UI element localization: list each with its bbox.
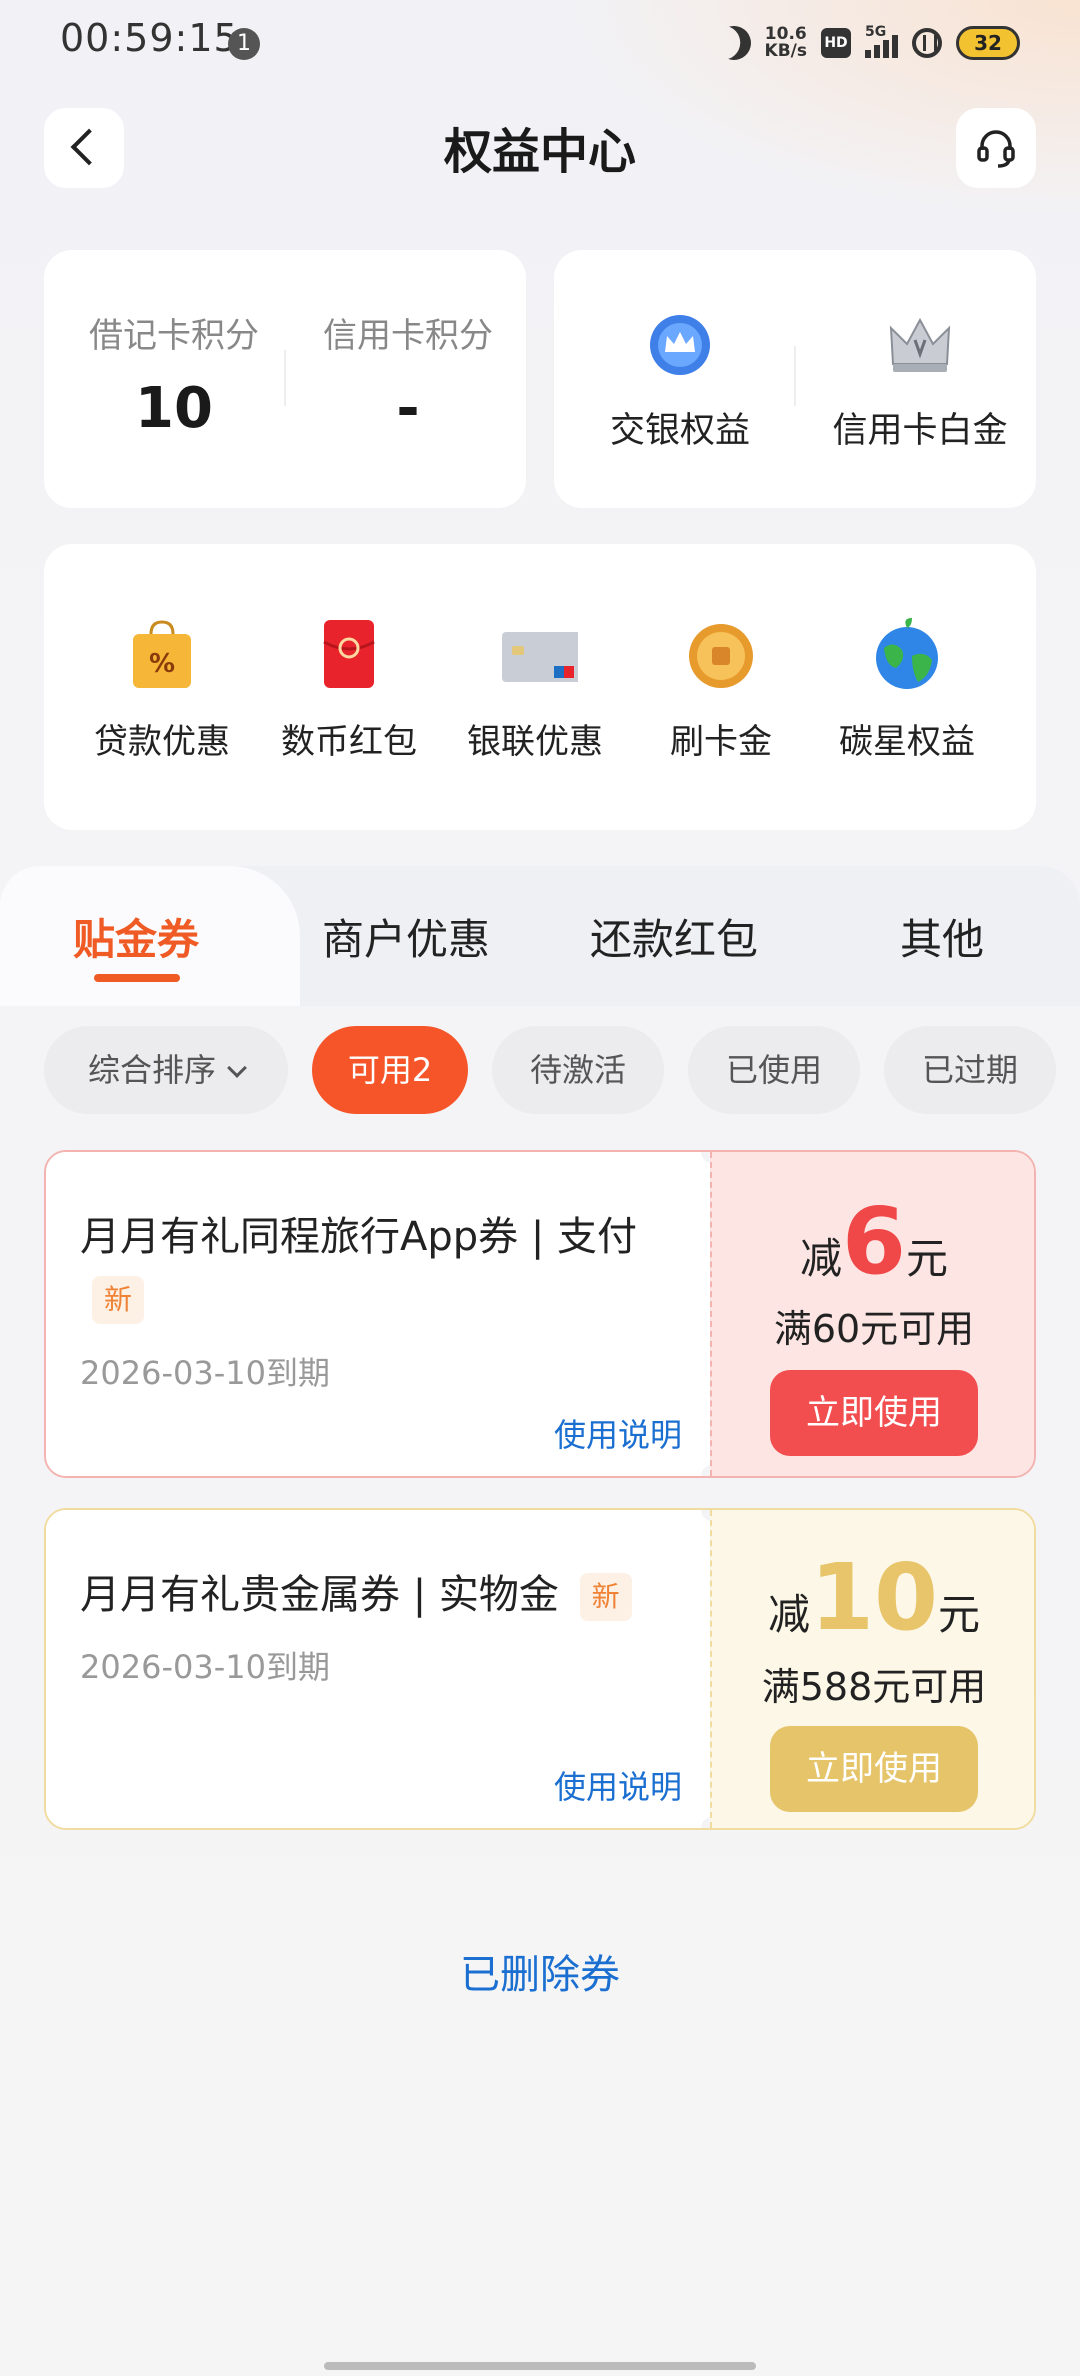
coupon-condition: 满60元可用 [773,1307,975,1351]
customer-service-button[interactable] [956,108,1036,188]
new-tag: 新 [92,1276,145,1324]
coupon-title: 月月有礼贵金属券 | 实物金 新 [80,1562,632,1621]
tab-gold-coupon[interactable]: 贴金券 [16,906,256,967]
shopping-bag-icon: % [133,620,191,688]
chevron-down-icon [227,1058,247,1078]
credit-points-value[interactable]: - [298,376,518,441]
coupon-value-panel: 减6元 满60元可用 立即使用 [710,1152,1034,1476]
rights-item-label: 信用卡白金 [832,411,1008,451]
use-now-button[interactable]: 立即使用 [770,1370,978,1456]
service-swipe-gold[interactable]: 刷卡金 [626,616,816,763]
service-digital-red-packet[interactable]: 数币红包 [254,616,444,763]
coupon-title-text: 月月有礼贵金属券 | 实物金 [80,1572,559,1618]
coupon-title: 月月有礼同程旅行App券 | 支付 [80,1214,638,1260]
coupon-card: 月月有礼贵金属券 | 实物金 新 2026-03-10到期 使用说明 减10元 … [44,1508,1036,1830]
service-label: 刷卡金 [670,722,772,762]
divider [284,350,286,406]
new-tag-wrap: 新 [92,1276,145,1324]
status-icons: 10.6 KB/s HD 5G 32 [717,20,1020,66]
rights-card: 交银权益 信用卡白金 [554,250,1036,508]
deleted-coupons-link[interactable]: 已删除券 [0,1942,1080,2000]
coupon-card: 月月有礼同程旅行App券 | 支付 新 2026-03-10到期 使用说明 减6… [44,1150,1036,1478]
coupon-condition: 满588元可用 [761,1665,987,1709]
usage-instructions-link[interactable]: 使用说明 [554,1410,682,1456]
amount-prefix: 减 [799,1234,842,1283]
debit-points-label: 借记卡积分 [89,316,259,356]
filter-chip-expired[interactable]: 已过期 [884,1026,1056,1114]
bank-card-icon [502,632,582,682]
amount-number: 6 [841,1188,906,1295]
filter-chip-used[interactable]: 已使用 [688,1026,860,1114]
amount-number: 10 [809,1544,939,1651]
coupon-value-panel: 减10元 满588元可用 立即使用 [710,1510,1034,1828]
coupon-info: 月月有礼贵金属券 | 实物金 新 2026-03-10到期 使用说明 [46,1510,712,1828]
points-card: 借记卡积分 10 信用卡积分 - [44,250,526,508]
services-card: % 贷款优惠 数币红包 银联优惠 刷卡金 碳星权益 [44,544,1036,830]
amount-suffix: 元 [906,1234,949,1283]
amount-suffix: 元 [938,1590,981,1639]
coupon-amount: 减10元 [712,1544,1034,1651]
debit-points-value[interactable]: 10 [64,376,284,441]
coupon-info: 月月有礼同程旅行App券 | 支付 新 2026-03-10到期 使用说明 [46,1152,712,1476]
new-tag: 新 [579,1573,632,1621]
gold-coin-icon [689,624,753,688]
net-speed-unit: KB/s [764,41,807,61]
tab-other[interactable]: 其他 [822,906,1062,967]
svg-text:%: % [149,649,175,679]
signal-label: 5G [865,24,887,40]
moon-icon [712,21,756,65]
amount-prefix: 减 [767,1590,810,1639]
headset-icon [977,130,1015,168]
sort-label: 综合排序 [87,1051,216,1089]
rights-item-platinum[interactable]: 信用卡白金 [810,310,1030,453]
rights-item-label: 交银权益 [609,411,750,451]
battery-icon: 32 [956,26,1020,60]
tab-repayment-red-packet[interactable]: 还款红包 [554,906,794,967]
net-speed: 10.6 KB/s [765,26,807,60]
notification-badge: 1 [228,28,260,60]
crown-badge-icon [650,315,710,375]
sort-dropdown[interactable]: 综合排序 [44,1026,288,1114]
globe-icon [876,618,938,689]
page-title: 权益中心 [443,124,636,180]
service-label: 数币红包 [281,722,417,762]
hd-icon: HD [821,28,851,58]
status-time: 00:59:15 [60,16,239,60]
coupon-amount: 减6元 [712,1188,1034,1295]
tab-merchant-discount[interactable]: 商户优惠 [286,906,526,967]
coupon-expiry: 2026-03-10到期 [80,1354,330,1392]
service-label: 碳星权益 [839,722,975,762]
service-unionpay-discount[interactable]: 银联优惠 [440,616,630,763]
divider [794,346,796,406]
home-indicator[interactable] [324,2362,756,2370]
service-carbon-star[interactable]: 碳星权益 [812,616,1002,763]
tab-underline [94,974,180,982]
credit-points-label: 信用卡积分 [323,316,493,356]
filter-chip-available[interactable]: 可用2 [312,1026,468,1114]
service-label: 银联优惠 [467,722,603,762]
service-loan-discount[interactable]: % 贷款优惠 [67,616,257,763]
coupon-expiry: 2026-03-10到期 [80,1648,330,1686]
use-now-button[interactable]: 立即使用 [770,1726,978,1812]
rights-item-bocom[interactable]: 交银权益 [570,310,790,453]
red-envelope-icon [323,620,375,688]
signal-icon: 5G [865,24,898,58]
silver-crown-icon [889,317,951,372]
filter-chip-pending[interactable]: 待激活 [492,1026,664,1114]
usage-instructions-link[interactable]: 使用说明 [554,1762,682,1808]
hotspot-icon [912,28,942,58]
service-label: 贷款优惠 [94,722,230,762]
